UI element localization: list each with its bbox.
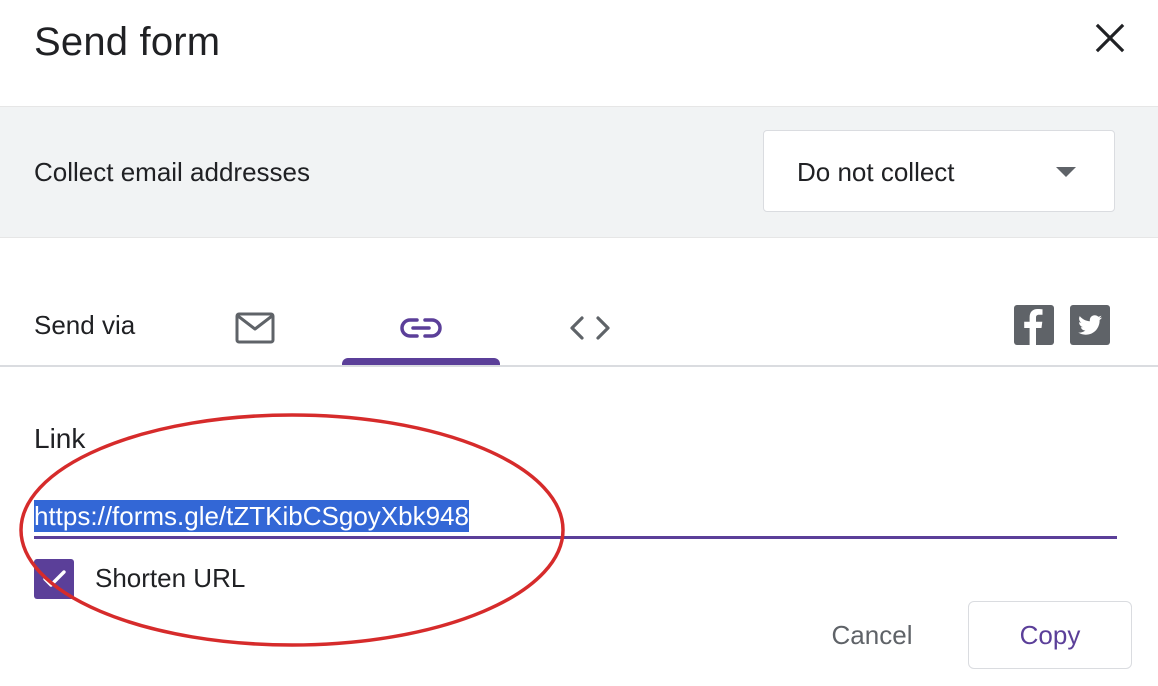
link-url-text[interactable]: https://forms.gle/tZTKibCSgoyXbk948 [34,500,469,532]
collect-email-section: Collect email addresses Do not collect [0,106,1158,238]
twitter-icon [1078,315,1102,335]
tabs-divider [0,365,1158,367]
send-via-label: Send via [34,310,136,340]
collect-email-selected-value: Do not collect [797,157,955,187]
tab-link[interactable] [342,290,500,366]
copy-button[interactable]: Copy [968,601,1132,669]
active-tab-indicator [342,358,500,365]
link-heading: Link [34,423,86,454]
collect-email-label: Collect email addresses [34,157,311,187]
share-facebook-button[interactable] [1014,305,1054,345]
close-icon [1095,23,1125,53]
shorten-url-label: Shorten URL [95,563,246,593]
link-icon [400,318,442,338]
mail-icon [235,312,275,344]
dropdown-arrow-icon [1056,167,1076,177]
embed-code-icon [570,316,610,340]
cancel-button[interactable]: Cancel [806,600,938,670]
collect-email-dropdown[interactable]: Do not collect [763,130,1115,212]
shorten-url-checkbox[interactable] [34,559,74,599]
facebook-icon [1024,309,1043,345]
checkmark-icon [43,570,66,587]
close-button[interactable] [1090,18,1130,58]
link-url-field[interactable]: https://forms.gle/tZTKibCSgoyXbk948 [34,495,1117,539]
tab-embed-html[interactable] [560,290,620,366]
dialog-title: Send form [34,20,221,64]
share-twitter-button[interactable] [1070,305,1110,345]
tab-email[interactable] [225,290,285,366]
